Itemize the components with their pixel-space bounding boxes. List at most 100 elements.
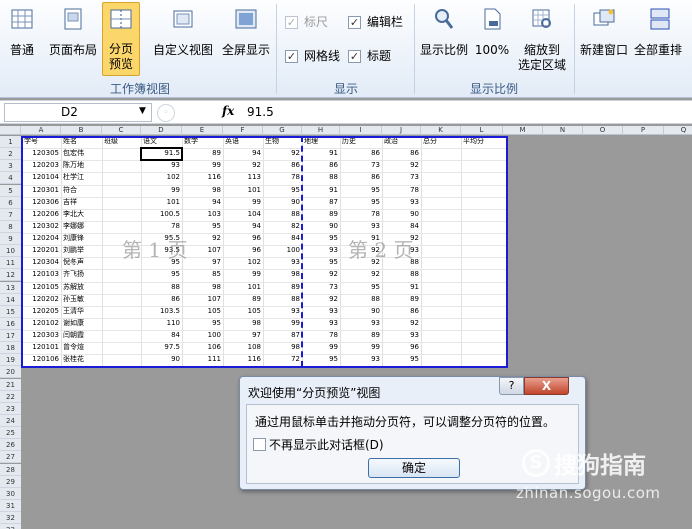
headings-checkbox[interactable]: ✓ 标题: [348, 49, 391, 64]
cell[interactable]: 101: [223, 186, 263, 195]
formula-input[interactable]: 91.5: [247, 105, 274, 119]
cell[interactable]: 120206: [22, 210, 61, 219]
cell[interactable]: 86: [382, 307, 421, 316]
gridlines-checkbox[interactable]: ✓ 网格线: [285, 49, 340, 64]
cell[interactable]: 99: [223, 198, 263, 207]
cell[interactable]: 120201: [22, 246, 61, 255]
close-button[interactable]: X: [524, 377, 569, 395]
row-header[interactable]: 14: [0, 294, 21, 306]
arrange-all-button[interactable]: 全部重排: [632, 3, 692, 77]
cell[interactable]: 符合: [61, 186, 102, 195]
cell[interactable]: 78: [302, 331, 340, 340]
cell[interactable]: 111: [182, 355, 223, 364]
cell[interactable]: 93: [302, 307, 340, 316]
cell[interactable]: 闫朝霞: [61, 331, 102, 340]
cell[interactable]: 99: [182, 161, 223, 170]
cell[interactable]: 120303: [22, 331, 61, 340]
cell[interactable]: 102: [141, 173, 182, 182]
cell-grid[interactable]: 学号 姓名 班级 语文 数学 英语 生物 地理 历史 政治 总分 平均分 120305 包宏伟 91.5 89…: [22, 136, 506, 366]
cell[interactable]: 73: [302, 283, 340, 292]
cell[interactable]: 113: [223, 173, 263, 182]
cell[interactable]: 88: [340, 295, 382, 304]
cell[interactable]: 98: [182, 283, 223, 292]
name-box[interactable]: D2: [4, 103, 152, 122]
cell[interactable]: 95: [263, 186, 302, 195]
row-header[interactable]: 16: [0, 318, 21, 330]
cell[interactable]: 历史: [340, 137, 382, 146]
cell[interactable]: 86: [141, 295, 182, 304]
column-header[interactable]: P: [623, 126, 664, 135]
row-header[interactable]: 3: [0, 160, 21, 172]
row-header[interactable]: 21: [0, 379, 21, 391]
help-button[interactable]: ?: [499, 377, 524, 395]
new-window-button[interactable]: 新建窗口: [576, 3, 632, 77]
cell[interactable]: 92: [182, 234, 223, 243]
cell[interactable]: 91: [382, 283, 421, 292]
cell[interactable]: 92: [382, 161, 421, 170]
cell[interactable]: 101: [223, 283, 263, 292]
row-header[interactable]: 12: [0, 269, 21, 281]
cell[interactable]: 97: [223, 331, 263, 340]
cell[interactable]: 93: [340, 222, 382, 231]
cell[interactable]: 99: [302, 343, 340, 352]
cell[interactable]: 生物: [263, 137, 302, 146]
cell[interactable]: 孙玉敏: [61, 295, 102, 304]
cell[interactable]: 110: [141, 319, 182, 328]
cell[interactable]: 103.5: [141, 307, 182, 316]
cell[interactable]: 86: [302, 161, 340, 170]
cell[interactable]: 87: [263, 331, 302, 340]
cell[interactable]: 120301: [22, 186, 61, 195]
row-header[interactable]: 10: [0, 245, 21, 257]
column-header[interactable]: A: [22, 126, 61, 135]
cell[interactable]: 88: [382, 270, 421, 279]
cell[interactable]: 73: [382, 173, 421, 182]
normal-view-button[interactable]: 普通: [3, 3, 41, 77]
cell[interactable]: 108: [223, 343, 263, 352]
cell[interactable]: 98: [263, 270, 302, 279]
cell[interactable]: 90: [263, 198, 302, 207]
cell[interactable]: 92: [223, 161, 263, 170]
cell[interactable]: 86: [382, 149, 421, 158]
row-header[interactable]: 5: [0, 185, 21, 197]
cell[interactable]: 89: [182, 149, 223, 158]
row-header[interactable]: 28: [0, 464, 21, 476]
page-layout-button[interactable]: 页面布局: [44, 3, 102, 77]
cell[interactable]: 84: [141, 331, 182, 340]
full-screen-button[interactable]: 全屏显示: [218, 3, 274, 77]
cell[interactable]: 95: [302, 234, 340, 243]
cell[interactable]: 120101: [22, 343, 61, 352]
cell[interactable]: 93: [382, 198, 421, 207]
cell[interactable]: 89: [382, 295, 421, 304]
cell[interactable]: 99: [263, 319, 302, 328]
cell[interactable]: 84: [263, 234, 302, 243]
cell[interactable]: 120204: [22, 234, 61, 243]
row-header[interactable]: 1: [0, 136, 21, 148]
cell[interactable]: 100: [263, 246, 302, 255]
cell[interactable]: 92: [263, 149, 302, 158]
cell[interactable]: 116: [182, 173, 223, 182]
row-header[interactable]: 32: [0, 512, 21, 524]
name-box-dropdown-icon[interactable]: ▼: [139, 106, 146, 116]
cell[interactable]: 87: [302, 198, 340, 207]
cell[interactable]: 97.5: [141, 343, 182, 352]
cell[interactable]: 120305: [22, 149, 61, 158]
row-header[interactable]: 27: [0, 451, 21, 463]
row-header[interactable]: 18: [0, 342, 21, 354]
cell[interactable]: 106: [182, 343, 223, 352]
zoom-button[interactable]: 显示比例: [417, 3, 471, 77]
row-header[interactable]: 23: [0, 403, 21, 415]
cell[interactable]: 刘康锋: [61, 234, 102, 243]
cell[interactable]: 92: [382, 319, 421, 328]
cell[interactable]: 92: [340, 270, 382, 279]
page-break-preview-button[interactable]: 分页 预览: [102, 2, 140, 76]
row-header[interactable]: 19: [0, 354, 21, 366]
insert-function-icon[interactable]: fx: [222, 104, 234, 118]
cell[interactable]: 82: [263, 222, 302, 231]
cell[interactable]: 95: [382, 355, 421, 364]
cell[interactable]: 96: [223, 246, 263, 255]
column-header[interactable]: Q: [664, 126, 692, 135]
cell[interactable]: 姓名: [61, 137, 102, 146]
row-header[interactable]: 13: [0, 282, 21, 294]
row-header[interactable]: 2: [0, 148, 21, 160]
cell[interactable]: 94: [223, 222, 263, 231]
